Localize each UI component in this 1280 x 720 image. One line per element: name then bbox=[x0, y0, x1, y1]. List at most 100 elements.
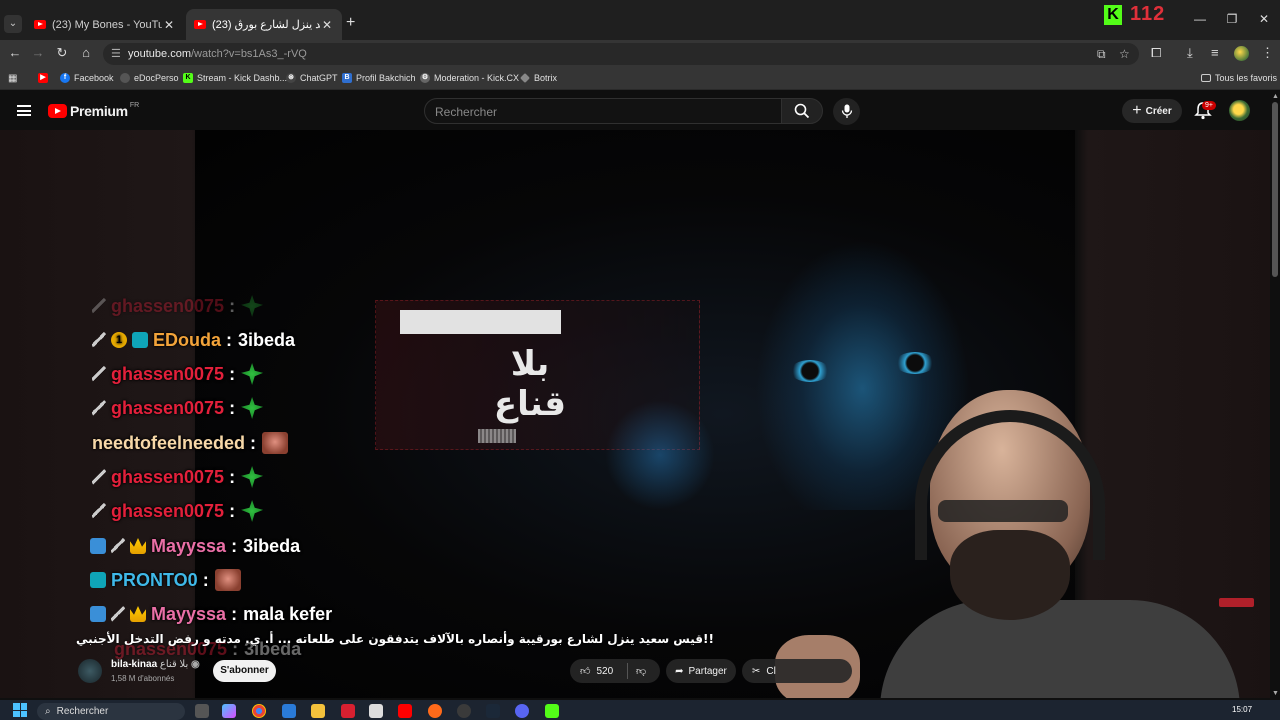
apps-grid-icon[interactable]: ▦ bbox=[8, 73, 17, 84]
chat-message: Mayyssa : mala kefer bbox=[90, 599, 332, 629]
left-eye-graphic bbox=[790, 360, 830, 382]
video-title: !!قيس سعيد ينزل لشارع بورقيبة وأنصاره با… bbox=[76, 632, 714, 646]
bookmark-kick-dashboard[interactable]: K Stream - Kick Dashb... bbox=[183, 73, 287, 83]
windows-start-icon[interactable] bbox=[13, 703, 27, 717]
downloads-icon[interactable]: ⤓ bbox=[1187, 45, 1193, 61]
chat-message: ghassen0075 : bbox=[92, 393, 264, 423]
like-button[interactable]: 👍︎ 520 bbox=[570, 663, 628, 679]
guide-menu-icon[interactable] bbox=[17, 105, 31, 116]
tab-search-button[interactable]: ⌄ bbox=[4, 15, 22, 33]
media-controls-icon[interactable]: ≡ bbox=[1211, 45, 1219, 60]
youtube-premium-logo[interactable]: Premium FR bbox=[48, 101, 140, 119]
tab-title: (23) My Bones - YouTube bbox=[52, 18, 162, 31]
share-label: Partager bbox=[688, 665, 727, 677]
page-scrollbar[interactable]: ▲ ▼ bbox=[1270, 92, 1280, 698]
app-red-icon[interactable] bbox=[341, 704, 355, 718]
app-orange-icon[interactable] bbox=[428, 704, 442, 718]
bookmark-edocperso[interactable]: eDocPerso bbox=[120, 73, 179, 83]
moderator-sword-icon bbox=[92, 366, 106, 382]
youtube-app-icon[interactable] bbox=[398, 704, 412, 718]
search-icon bbox=[794, 103, 810, 119]
chat-username: Mayyssa bbox=[151, 603, 227, 624]
folder-icon bbox=[1201, 74, 1211, 82]
account-avatar[interactable] bbox=[1229, 100, 1250, 121]
voice-search-button[interactable] bbox=[833, 98, 860, 125]
search-input[interactable]: Rechercher bbox=[424, 98, 782, 124]
taskbar-search[interactable]: ⌕ Rechercher bbox=[37, 703, 185, 720]
home-icon[interactable]: ⌂ bbox=[76, 45, 96, 63]
subscribe-button[interactable]: S'abonner bbox=[213, 660, 276, 682]
clip-button[interactable]: ✂ Cl bbox=[742, 659, 852, 683]
install-app-icon[interactable]: ⧉ bbox=[1097, 47, 1106, 62]
discord-icon[interactable] bbox=[515, 704, 529, 718]
close-tab-icon[interactable]: ✕ bbox=[320, 18, 334, 32]
task-view-icon[interactable] bbox=[195, 704, 209, 718]
streamer-facecam bbox=[775, 390, 1240, 698]
chat-message: PRONTO0 : bbox=[90, 565, 241, 595]
maximize-icon[interactable]: ❐ bbox=[1216, 12, 1248, 26]
new-tab-plus-icon[interactable]: + bbox=[346, 14, 355, 32]
url-domain: youtube.com bbox=[128, 48, 191, 60]
plus-icon: + bbox=[1132, 102, 1142, 119]
bookmark-star-icon[interactable]: ☆ bbox=[1119, 47, 1130, 61]
channel-name[interactable]: bila-kinaa بلا قناع ◉ bbox=[111, 659, 200, 670]
back-arrow-icon[interactable]: ← bbox=[5, 45, 25, 63]
browser-menu-icon[interactable]: ⋮ bbox=[1261, 45, 1274, 61]
bookmark-moderation[interactable]: ⚙ Moderation - Kick.CX bbox=[420, 73, 519, 83]
file-explorer-icon[interactable] bbox=[311, 704, 325, 718]
search-placeholder: Rechercher bbox=[435, 105, 498, 119]
all-bookmarks-folder[interactable]: Tous les favoris bbox=[1201, 73, 1277, 83]
obs-icon[interactable] bbox=[457, 704, 471, 718]
profile-avatar[interactable] bbox=[1234, 46, 1249, 61]
scroll-thumb[interactable] bbox=[1272, 102, 1278, 277]
bookmark-facebook[interactable]: f Facebook bbox=[60, 73, 114, 83]
scroll-up-arrow-icon[interactable]: ▲ bbox=[1272, 93, 1279, 100]
browser-tab-2-active[interactable]: (23) قيس سعيد ينزل لشارع بورڨ ✕ bbox=[186, 9, 342, 40]
face-emote-icon bbox=[262, 432, 289, 454]
address-bar[interactable]: ☰ youtube.com/watch?v=bs1As3_-rVQ ⧉ ☆ bbox=[103, 43, 1139, 65]
extensions-icon[interactable]: ⧠ bbox=[1151, 45, 1161, 61]
bookmark-youtube[interactable]: ▶ bbox=[38, 73, 52, 83]
copilot-icon[interactable] bbox=[222, 704, 236, 718]
browser-toolbar: ← → ↻ ⌂ ☰ youtube.com/watch?v=bs1As3_-rV… bbox=[0, 40, 1280, 68]
share-button[interactable]: ➦ Partager bbox=[666, 659, 736, 683]
verified-check-icon: ◉ bbox=[191, 659, 200, 670]
browser-tab-1[interactable]: (23) My Bones - YouTube ✕ bbox=[26, 9, 184, 40]
minimize-icon[interactable]: — bbox=[1184, 12, 1216, 26]
bookmark-chatgpt[interactable]: ⊛ ChatGPT bbox=[286, 73, 338, 83]
chat-message: needtofeelneeded : bbox=[92, 428, 289, 458]
site-info-icon[interactable]: ☰ bbox=[111, 47, 121, 60]
search-button[interactable] bbox=[781, 98, 823, 124]
bookmark-botrix[interactable]: Botrix bbox=[520, 73, 557, 83]
app-grid-icon[interactable] bbox=[369, 704, 383, 718]
browser-tab-bar: ⌄ (23) My Bones - YouTube ✕ (23) قيس سعي… bbox=[0, 0, 1280, 40]
chat-username: ghassen0075 bbox=[111, 363, 225, 384]
chat-separator: : bbox=[231, 603, 238, 624]
create-button[interactable]: + Créer bbox=[1122, 99, 1182, 123]
moderation-icon: ⚙ bbox=[420, 73, 430, 83]
address-url[interactable]: youtube.com/watch?v=bs1As3_-rVQ bbox=[128, 48, 307, 60]
chrome-icon[interactable] bbox=[252, 704, 266, 718]
region-code: FR bbox=[129, 101, 140, 109]
store-icon[interactable] bbox=[282, 704, 296, 718]
scroll-down-arrow-icon[interactable]: ▼ bbox=[1272, 690, 1279, 697]
forward-arrow-icon[interactable]: → bbox=[28, 45, 48, 63]
bookmark-label: Moderation - Kick.CX bbox=[434, 73, 520, 83]
chat-message: Mayyssa : 3ibeda bbox=[90, 531, 300, 561]
reload-icon[interactable]: ↻ bbox=[52, 45, 72, 63]
close-tab-icon[interactable]: ✕ bbox=[162, 18, 176, 32]
chat-message: ghassen0075 : bbox=[92, 291, 264, 321]
dislike-button[interactable]: 👎︎ bbox=[628, 665, 646, 677]
channel-name-arabic: بلا قناع bbox=[159, 659, 189, 670]
kick-app-icon[interactable] bbox=[545, 704, 559, 718]
bookmark-profil-bakchich[interactable]: B Profil Bakchich bbox=[342, 73, 416, 83]
green-emote-icon bbox=[241, 363, 264, 385]
video-card-title: بلا قناع bbox=[493, 344, 567, 424]
channel-name-latin: bila-kinaa bbox=[111, 659, 158, 670]
chat-separator: : bbox=[202, 569, 209, 590]
url-path: /watch?v=bs1As3_-rVQ bbox=[190, 48, 307, 60]
steam-icon[interactable] bbox=[486, 704, 500, 718]
share-arrow-icon: ➦ bbox=[675, 665, 684, 677]
close-window-icon[interactable]: ✕ bbox=[1248, 12, 1280, 26]
channel-avatar[interactable] bbox=[78, 659, 102, 683]
